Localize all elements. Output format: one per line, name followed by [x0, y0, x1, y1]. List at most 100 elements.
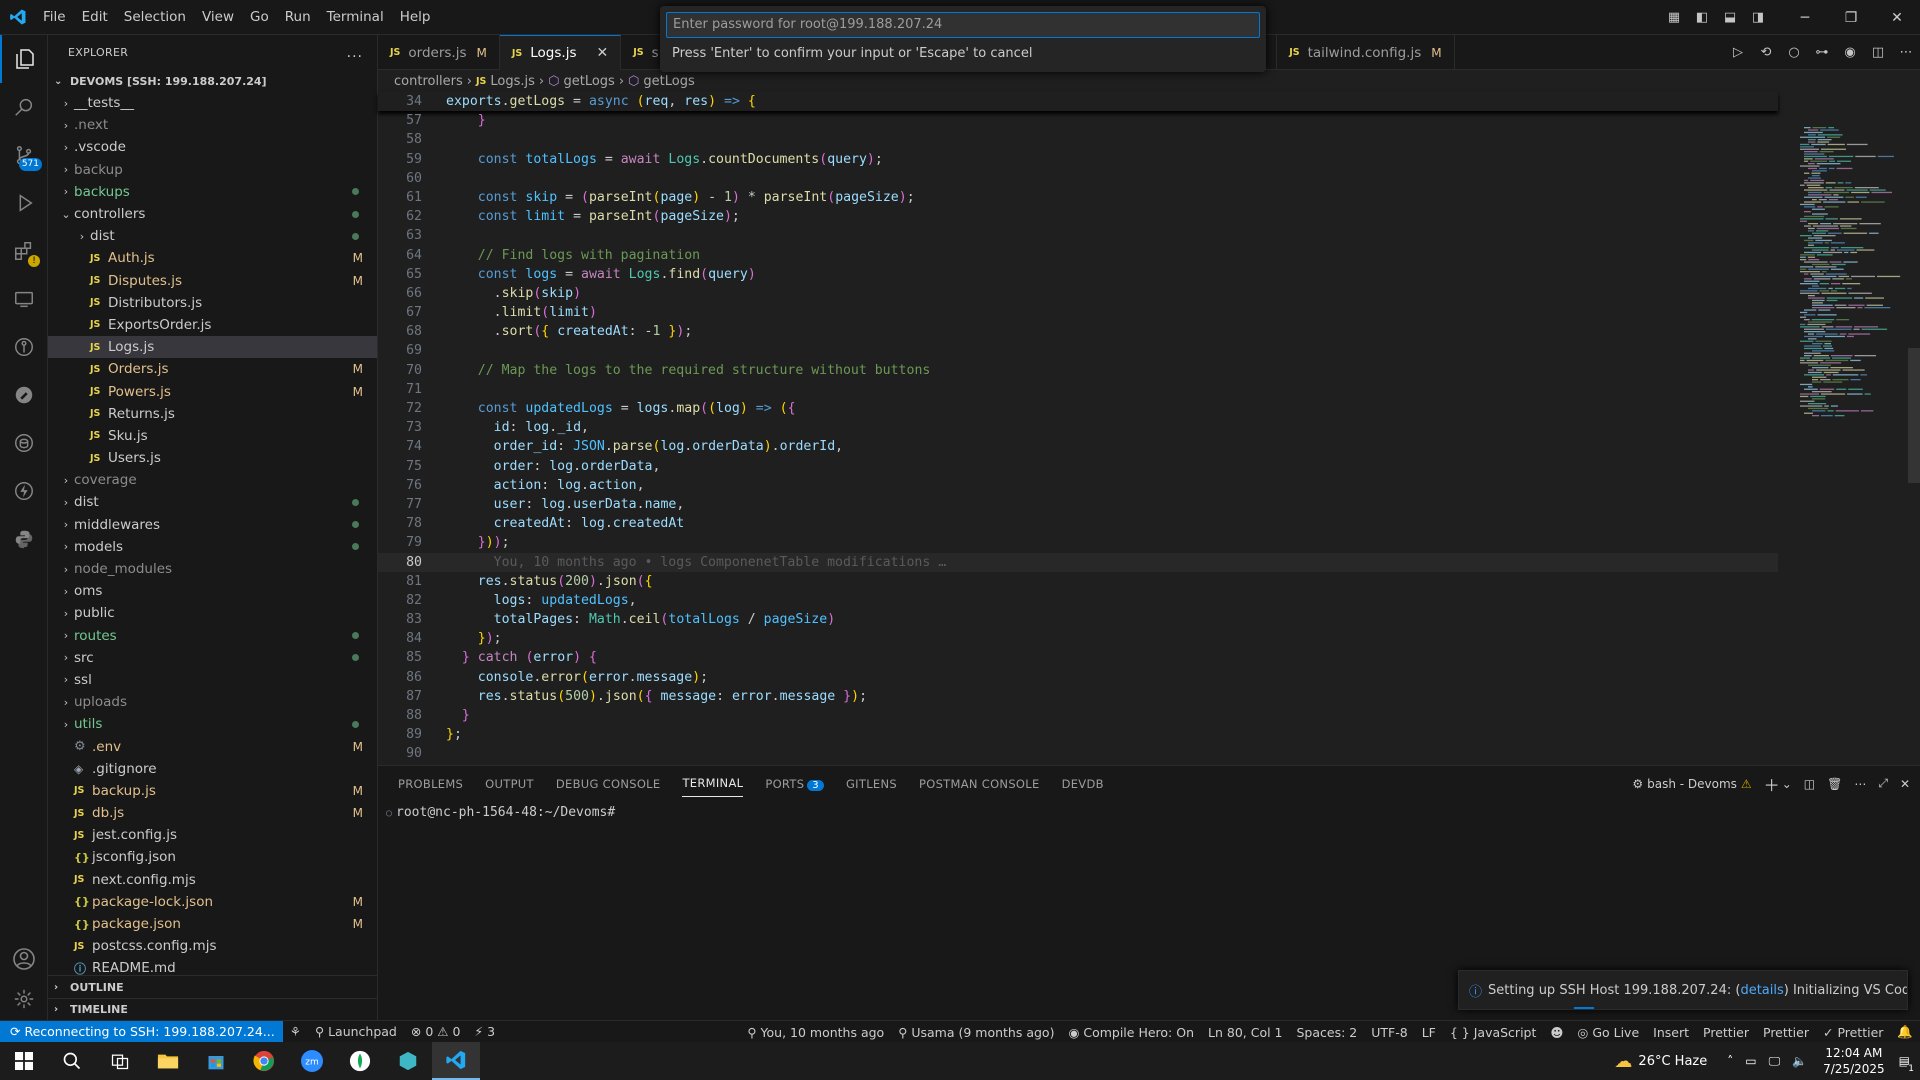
code-line[interactable]: 66 .skip(skip) [378, 284, 1778, 303]
file-item[interactable]: JS postcss.config.mjs [48, 935, 377, 957]
file-item[interactable]: JS Sku.js [48, 425, 377, 447]
code-line[interactable]: 83 totalPages: Math.ceil(totalLogs / pag… [378, 610, 1778, 629]
folder-item[interactable]: › routes [48, 625, 377, 647]
prettier-item-3[interactable]: ✓ Prettier [1816, 1025, 1890, 1040]
blame-item[interactable]: ⚲ You, 10 months ago [740, 1025, 891, 1040]
folder-item[interactable]: › dist [48, 225, 377, 247]
editor-more-icon[interactable]: ⋯ [1892, 39, 1920, 67]
folder-item[interactable]: › __tests__ [48, 92, 377, 114]
panel-tab-problems[interactable]: PROBLEMS [398, 771, 463, 797]
code-line[interactable]: 62 const limit = parseInt(pageSize); [378, 207, 1778, 226]
breadcrumb-folder[interactable]: controllers [394, 74, 463, 89]
file-item[interactable]: JS Powers.js M [48, 380, 377, 402]
notification-center-icon[interactable]: ▤ 1 [1899, 1054, 1916, 1074]
code-line[interactable]: 82 logs: updatedLogs, [378, 591, 1778, 610]
file-item[interactable]: JS db.js M [48, 802, 377, 824]
maximize-panel-icon[interactable]: ⤢ [1878, 776, 1888, 791]
cursor-position[interactable]: Ln 80, Col 1 [1201, 1025, 1290, 1040]
notifications-bell-icon[interactable]: 🔔 [1890, 1024, 1920, 1040]
terminal-name[interactable]: bash - Devoms [1647, 777, 1737, 791]
file-item[interactable]: ⚙ .env M [48, 735, 377, 757]
search-icon[interactable] [0, 83, 48, 131]
minimap[interactable] [1796, 127, 1906, 427]
panel-more-icon[interactable]: ⋯ [1854, 777, 1866, 791]
code-line[interactable]: 69 [378, 341, 1778, 360]
previous-change-icon[interactable]: ○ [1780, 39, 1808, 67]
manage-gear-icon[interactable] [0, 975, 48, 1023]
code-line[interactable]: 76 action: log.action, [378, 476, 1778, 495]
panel-tab-postman-console[interactable]: POSTMAN CONSOLE [919, 771, 1040, 797]
code-line[interactable]: 81 res.status(200).json({ [378, 572, 1778, 591]
language-mode[interactable]: { } JavaScript [1443, 1025, 1544, 1040]
sticky-scroll-line[interactable]: 34 exports.getLogs = async (req, res) =>… [378, 92, 1778, 111]
weather-icon[interactable]: ☁ [1614, 1051, 1632, 1072]
mongodb-compass-icon[interactable] [336, 1042, 384, 1080]
tab-tailwind-config-js[interactable]: JS tailwind.config.js M [1277, 35, 1455, 70]
breadcrumb-symbol-2[interactable]: getLogs [643, 74, 694, 89]
more-actions-icon[interactable]: ... [347, 45, 363, 61]
terminal[interactable]: ○ root@nc-ph-1564-48:~/Devoms# [378, 801, 1920, 824]
volume-icon[interactable]: 🔈 [1792, 1054, 1807, 1068]
run-debug-icon[interactable] [0, 179, 48, 227]
folder-item[interactable]: › coverage [48, 469, 377, 491]
code-line[interactable]: 59 const totalLogs = await Logs.countDoc… [378, 150, 1778, 169]
outline-section[interactable]: › OUTLINE [48, 976, 377, 998]
menu-item-go[interactable]: Go [242, 0, 277, 35]
timeline-section[interactable]: › TIMELINE [48, 998, 377, 1020]
file-item[interactable]: JS Orders.js M [48, 358, 377, 380]
remote-explorer-icon[interactable] [0, 275, 48, 323]
folder-item[interactable]: › backup [48, 159, 377, 181]
folder-item[interactable]: › ssl [48, 669, 377, 691]
file-item[interactable]: JS next.config.mjs [48, 869, 377, 891]
code-line[interactable]: 88 } [378, 706, 1778, 725]
gitlens-icon[interactable] [0, 323, 48, 371]
close-tab-icon[interactable]: ✕ [596, 45, 608, 61]
menu-item-help[interactable]: Help [392, 0, 439, 35]
file-item[interactable]: JS Auth.js M [48, 247, 377, 269]
file-explorer-icon[interactable] [144, 1042, 192, 1080]
code-line[interactable]: 87 res.status(500).json({ message: error… [378, 687, 1778, 706]
toggle-secondary-sidebar-icon[interactable]: ◨ [1744, 4, 1772, 32]
file-item[interactable]: JS jest.config.js [48, 824, 377, 846]
clock[interactable]: 12:04 AM 7/25/2025 [1823, 1045, 1885, 1077]
panel-tab-terminal[interactable]: TERMINAL [682, 770, 744, 797]
editor-scrollbar[interactable] [1908, 348, 1920, 483]
code-line[interactable]: 75 order: log.orderData, [378, 457, 1778, 476]
code-line[interactable]: 65 const logs = await Logs.find(query) [378, 265, 1778, 284]
postman-icon[interactable] [0, 371, 48, 419]
menu-item-selection[interactable]: Selection [116, 0, 194, 35]
menu-item-view[interactable]: View [194, 0, 242, 35]
folder-item[interactable]: › utils [48, 713, 377, 735]
go-live-item[interactable]: ◎ Go Live [1570, 1025, 1646, 1040]
code-line[interactable]: 86 console.error(error.message); [378, 668, 1778, 687]
vscode-taskbar-icon[interactable] [432, 1042, 480, 1080]
close-window-icon[interactable]: ✕ [1874, 0, 1920, 35]
battery-icon[interactable]: ▭ [1745, 1054, 1756, 1068]
code-line[interactable]: 58 [378, 130, 1778, 149]
folder-item[interactable]: › public [48, 602, 377, 624]
panel-tab-gitlens[interactable]: GITLENS [846, 771, 897, 797]
file-item[interactable]: JS Users.js [48, 447, 377, 469]
code-editor[interactable]: 34 exports.getLogs = async (req, res) =>… [378, 92, 1778, 761]
launchpad-item[interactable]: ⚲ Launchpad [308, 1024, 404, 1039]
tab-logs-js[interactable]: JS Logs.js ✕ [499, 35, 622, 70]
eol[interactable]: LF [1415, 1025, 1443, 1040]
file-item[interactable]: JS Logs.js [48, 336, 377, 359]
folder-item[interactable]: › .next [48, 114, 377, 136]
toggle-sidebar-icon[interactable]: ◧ [1688, 4, 1716, 32]
split-editor-icon[interactable]: ◫ [1864, 39, 1892, 67]
prettier-item-1[interactable]: Prettier [1696, 1025, 1756, 1040]
toggle-panel-icon[interactable]: ⬓ [1716, 4, 1744, 32]
author-item[interactable]: ⚲ Usama (9 months ago) [891, 1025, 1061, 1040]
code-line[interactable]: 61 const skip = (parseInt(page) - 1) * p… [378, 188, 1778, 207]
insert-mode[interactable]: Insert [1646, 1025, 1696, 1040]
problems-item[interactable]: ⊗ 0 ⚠ 0 [404, 1024, 468, 1039]
code-line[interactable]: 84 }); [378, 629, 1778, 648]
code-line[interactable]: 57 } [378, 111, 1778, 130]
chrome-icon[interactable] [240, 1042, 288, 1080]
panel-tab-output[interactable]: OUTPUT [485, 771, 534, 797]
gitlens-inspect-icon[interactable]: ◉ [1836, 39, 1864, 67]
devdb-icon[interactable] [0, 419, 48, 467]
password-input[interactable]: Enter password for root@199.188.207.24 [666, 12, 1260, 38]
code-line[interactable]: 67 .limit(limit) [378, 303, 1778, 322]
